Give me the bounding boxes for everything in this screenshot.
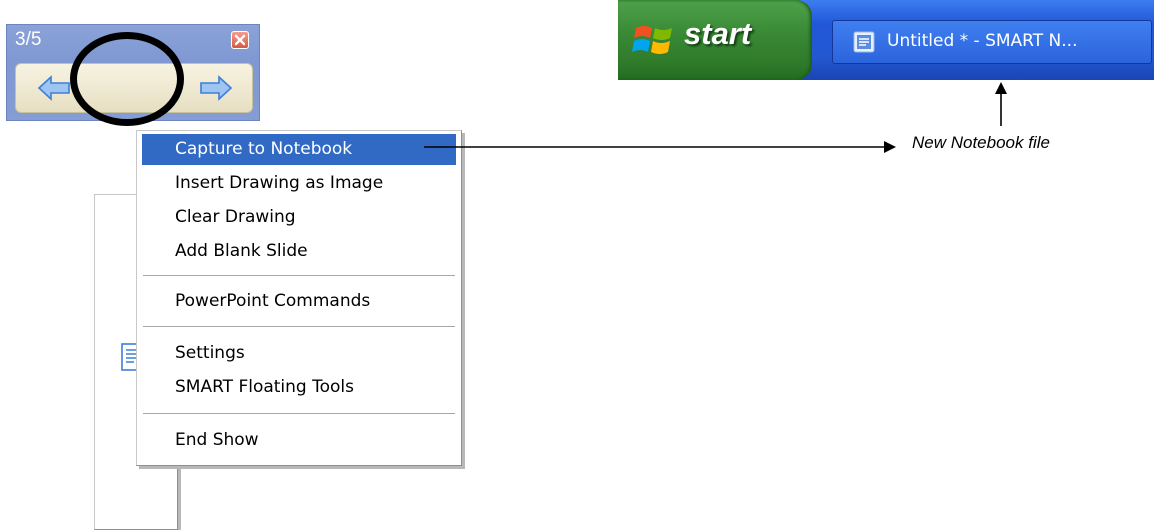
horizontal-arrow-head bbox=[884, 141, 896, 153]
new-notebook-file-label: New Notebook file bbox=[912, 133, 1050, 152]
vertical-arrow-head bbox=[995, 82, 1007, 94]
callout-arrows bbox=[424, 82, 1007, 153]
